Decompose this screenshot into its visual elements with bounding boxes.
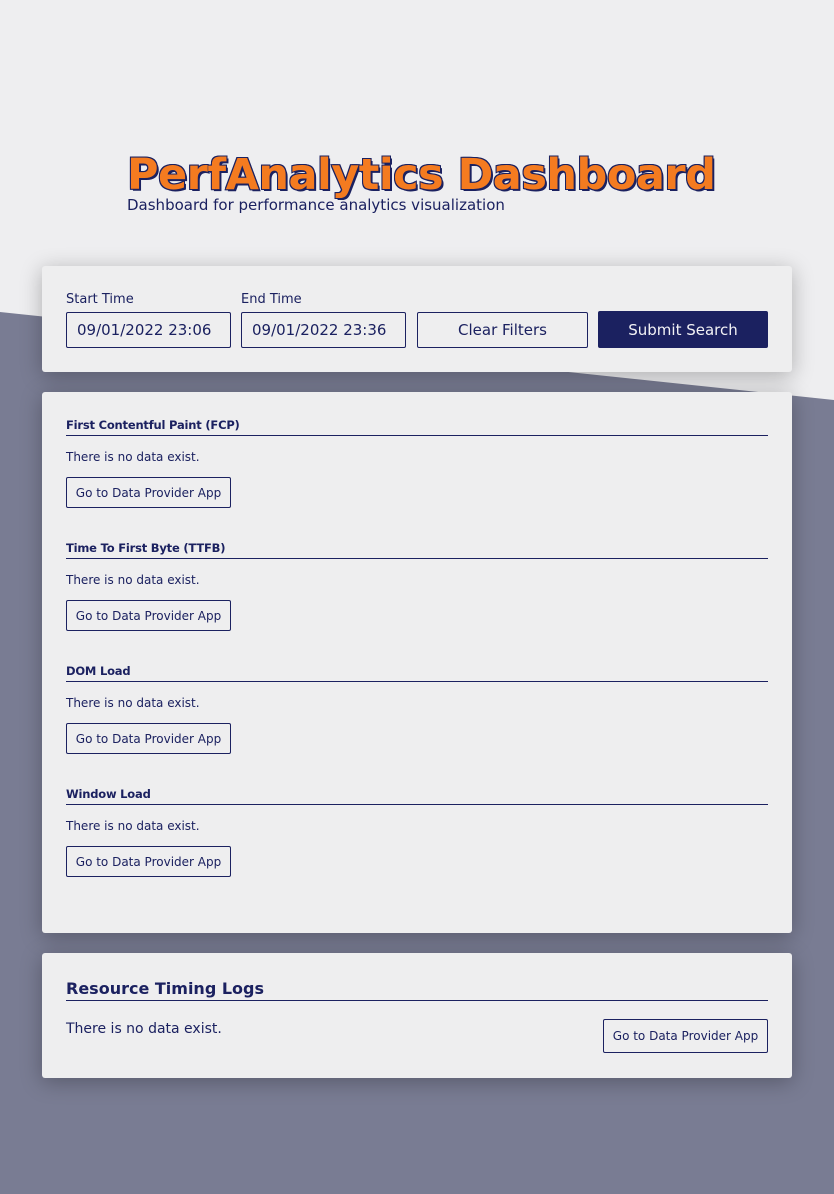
metric-empty-message: There is no data exist. bbox=[66, 696, 200, 710]
clear-filters-button[interactable]: Clear Filters bbox=[417, 312, 588, 348]
resource-timing-title: Resource Timing Logs bbox=[66, 979, 768, 1001]
resource-empty-message: There is no data exist. bbox=[66, 1021, 222, 1037]
data-provider-button[interactable]: Go to Data Provider App bbox=[603, 1019, 768, 1053]
metric-title: Time To First Byte (TTFB) bbox=[66, 541, 768, 559]
start-time-field: Start Time 09/01/2022 23:06 bbox=[66, 292, 231, 348]
submit-search-button[interactable]: Submit Search bbox=[598, 311, 768, 348]
metric-title: First Contentful Paint (FCP) bbox=[66, 418, 768, 436]
metric-fcp: First Contentful Paint (FCP) There is no… bbox=[66, 418, 768, 508]
metric-empty-message: There is no data exist. bbox=[66, 450, 200, 464]
metric-title: Window Load bbox=[66, 787, 768, 805]
metric-empty-message: There is no data exist. bbox=[66, 819, 200, 833]
start-time-label: Start Time bbox=[66, 292, 134, 307]
data-provider-button[interactable]: Go to Data Provider App bbox=[66, 723, 231, 754]
resource-timing-card: Resource Timing Logs There is no data ex… bbox=[42, 953, 792, 1078]
metrics-card: First Contentful Paint (FCP) There is no… bbox=[42, 392, 792, 933]
metric-ttfb: Time To First Byte (TTFB) There is no da… bbox=[66, 541, 768, 631]
metric-empty-message: There is no data exist. bbox=[66, 573, 200, 587]
filter-card: Start Time 09/01/2022 23:06 End Time 09/… bbox=[42, 266, 792, 372]
metric-window-load: Window Load There is no data exist. Go t… bbox=[66, 787, 768, 877]
page-header: PerfAnalytics Dashboard Dashboard for pe… bbox=[126, 149, 727, 214]
end-time-input[interactable]: 09/01/2022 23:36 bbox=[241, 312, 406, 348]
end-time-label: End Time bbox=[241, 292, 302, 307]
data-provider-button[interactable]: Go to Data Provider App bbox=[66, 477, 231, 508]
end-time-field: End Time 09/01/2022 23:36 bbox=[241, 292, 406, 348]
page-title: PerfAnalytics Dashboard bbox=[126, 149, 717, 201]
data-provider-button[interactable]: Go to Data Provider App bbox=[66, 600, 231, 631]
metric-title: DOM Load bbox=[66, 664, 768, 682]
data-provider-button[interactable]: Go to Data Provider App bbox=[66, 846, 231, 877]
metric-dom-load: DOM Load There is no data exist. Go to D… bbox=[66, 664, 768, 754]
start-time-input[interactable]: 09/01/2022 23:06 bbox=[66, 312, 231, 348]
